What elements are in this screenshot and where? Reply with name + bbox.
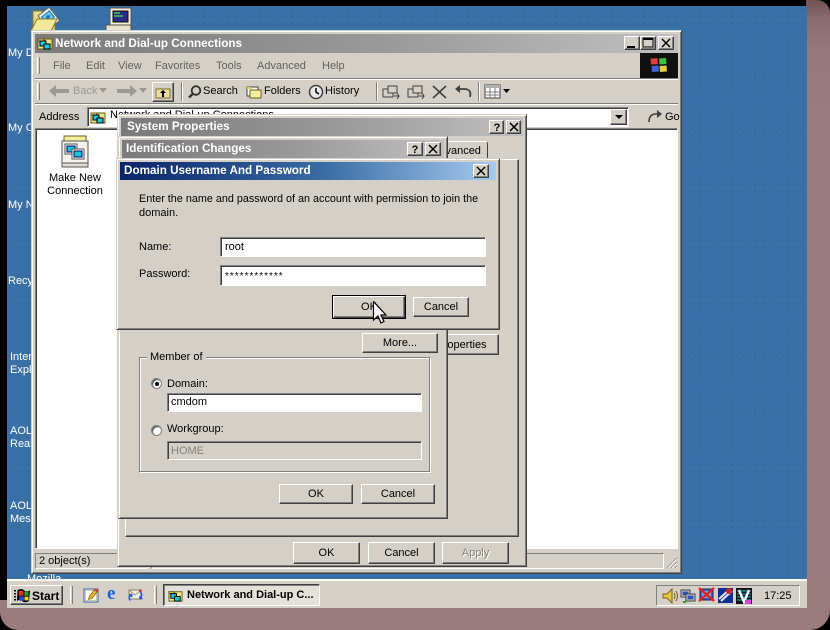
svg-text:?: ? xyxy=(412,144,419,155)
svg-text:?: ? xyxy=(494,122,501,133)
